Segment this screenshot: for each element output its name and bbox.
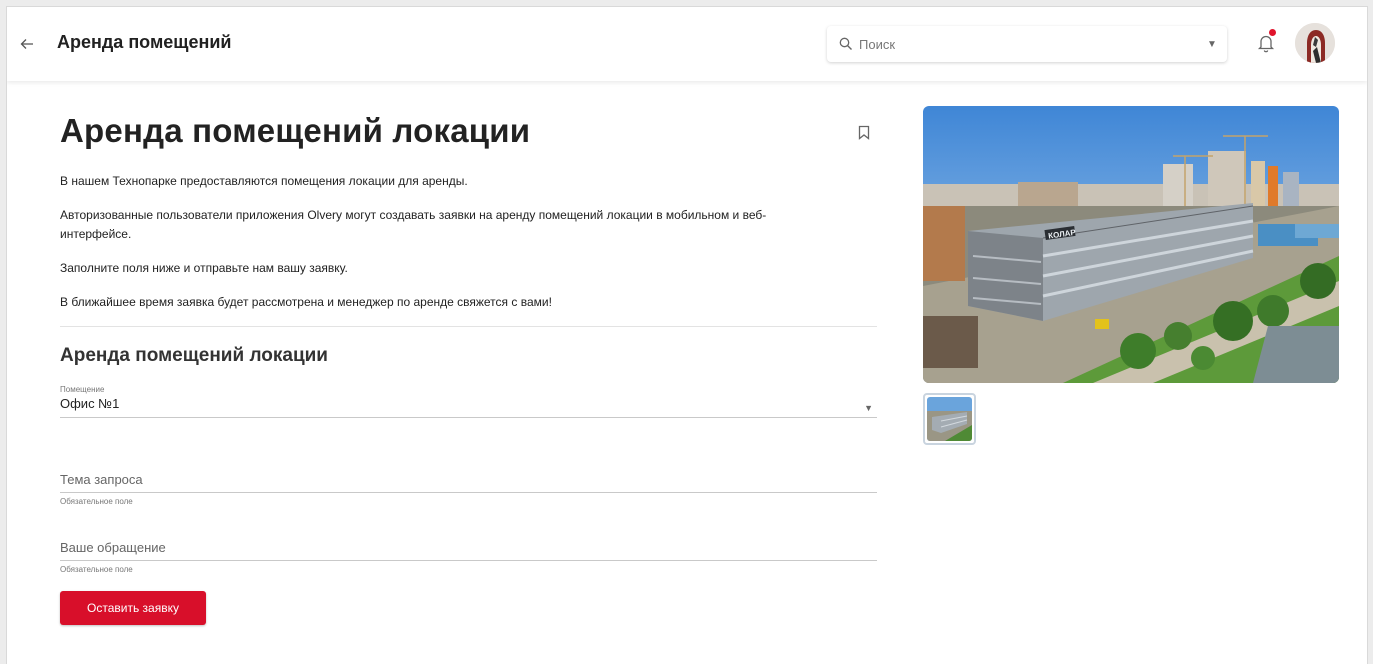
chevron-down-icon[interactable]: ▼ xyxy=(1197,39,1227,50)
header-title: Аренда помещений xyxy=(57,32,232,52)
bookmark-icon[interactable] xyxy=(858,125,872,141)
search-input[interactable] xyxy=(859,36,1197,52)
back-arrow-icon[interactable] xyxy=(17,34,37,54)
subject-input[interactable] xyxy=(60,469,877,489)
search-box[interactable]: ▼ xyxy=(827,26,1227,62)
location-photo[interactable]: КОЛАР xyxy=(923,106,1339,383)
premises-select[interactable]: Помещение Офис №1 ▼ xyxy=(60,385,877,421)
subject-helper: Обязательное поле xyxy=(60,497,133,506)
premises-label: Помещение xyxy=(60,385,105,394)
message-input[interactable] xyxy=(60,537,877,557)
avatar[interactable] xyxy=(1295,23,1335,63)
divider xyxy=(60,326,877,327)
app-window: Аренда помещений ▼ Аренда помещений лока… xyxy=(6,6,1368,664)
page-title: Аренда помещений локации xyxy=(60,112,531,149)
field-underline xyxy=(60,492,877,493)
intro-paragraph: В ближайшее время заявка будет рассмотре… xyxy=(60,295,552,309)
notification-badge xyxy=(1269,29,1276,36)
chevron-down-icon[interactable]: ▼ xyxy=(864,403,873,413)
premises-value: Офис №1 xyxy=(60,396,120,411)
intro-paragraph: В нашем Технопарке предоставляются помещ… xyxy=(60,174,468,188)
message-field: Обязательное поле xyxy=(60,537,877,574)
bell-icon xyxy=(1257,35,1275,53)
form-title: Аренда помещений локации xyxy=(60,345,328,366)
subject-field: Обязательное поле xyxy=(60,469,877,506)
submit-request-button[interactable]: Оставить заявку xyxy=(60,591,206,625)
photo-thumbnail[interactable] xyxy=(923,393,976,445)
field-underline xyxy=(60,560,877,561)
main-content: Аренда помещений локации В нашем Технопа… xyxy=(7,81,1367,664)
intro-paragraph: Авторизованные пользователи приложения O… xyxy=(60,208,767,222)
notifications-button[interactable] xyxy=(1257,29,1277,55)
intro-paragraph: Заполните поля ниже и отправьте нам вашу… xyxy=(60,261,348,275)
top-bar: Аренда помещений ▼ xyxy=(7,7,1367,81)
field-underline xyxy=(60,417,877,418)
search-icon xyxy=(839,37,852,50)
message-helper: Обязательное поле xyxy=(60,565,133,574)
intro-paragraph: интерфейсе. xyxy=(60,227,132,241)
